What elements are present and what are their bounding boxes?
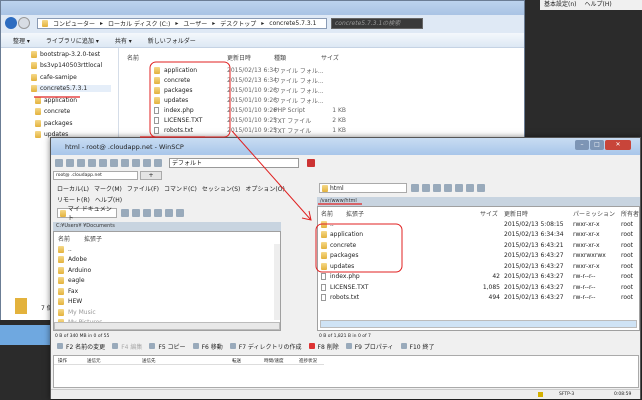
annotation-arrow: [231, 130, 312, 221]
annotation-box-explorer: [149, 61, 231, 138]
annotation-box-winscp: [315, 223, 403, 273]
annotation-overlay: [34, 61, 403, 273]
